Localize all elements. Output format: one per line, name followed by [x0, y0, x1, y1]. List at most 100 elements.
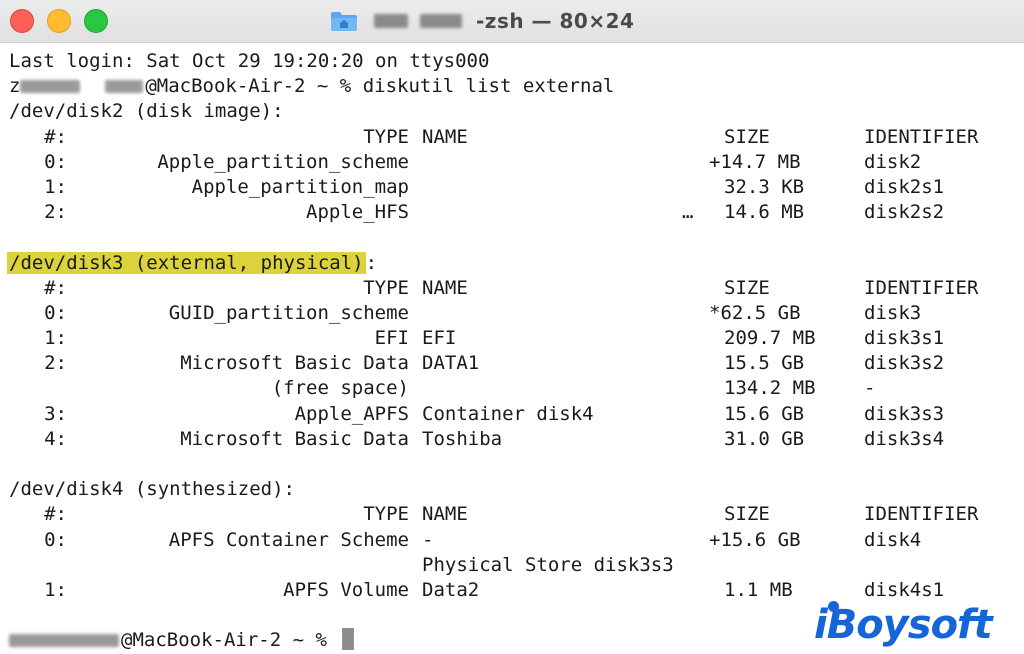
- disk-header-text: /dev/disk3 (external, physical):: [7, 251, 378, 276]
- header-name: NAME: [422, 125, 468, 148]
- partition-type: APFS Volume: [283, 578, 409, 601]
- partition-row: 0: APFS Container Scheme - +15.6 GB disk4: [9, 528, 1014, 553]
- partition-identifier: disk2: [864, 150, 922, 173]
- partition-identifier: disk2s1: [864, 175, 945, 198]
- minimize-button[interactable]: [47, 9, 71, 33]
- header-size: SIZE: [724, 276, 770, 299]
- partition-name: Data2: [422, 578, 480, 601]
- command-text: diskutil list external: [362, 75, 615, 98]
- partition-type: GUID_partition_scheme: [168, 301, 409, 324]
- partition-type: EFI: [374, 327, 409, 350]
- partition-type: Apple_partition_map: [191, 175, 409, 198]
- prompt-host: @MacBook-Air-2 ~ %: [145, 75, 363, 98]
- highlighted-disk-name: /dev/disk3 (external, physical): [7, 251, 366, 274]
- partition-size: 31.0 GB: [724, 427, 805, 450]
- header-name: NAME: [422, 276, 468, 299]
- disk-header-rest: :: [365, 251, 378, 274]
- terminal-window: -zsh — 80×24 Last login: Sat Oct 29 19:2…: [0, 0, 1024, 654]
- partition-row: Physical Store disk3s3: [9, 553, 1014, 578]
- partition-type: Microsoft Basic Data: [180, 427, 409, 450]
- partition-identifier: -: [864, 377, 876, 400]
- header-name: NAME: [422, 503, 468, 526]
- table-header-row: #: TYPE NAME SIZE IDENTIFIER: [9, 502, 1014, 527]
- partition-row: 1: Apple_partition_map 32.3 KB disk2s1: [9, 175, 1014, 200]
- partition-type: Apple_HFS: [306, 201, 409, 224]
- partition-row: 4: Microsoft Basic Data Toshiba 31.0 GB disk…: [9, 427, 1014, 452]
- partition-size: 15.6 GB: [724, 402, 805, 425]
- home-folder-icon: [331, 12, 357, 31]
- partition-name: -: [422, 528, 434, 551]
- watermark-logo: iBoysoft: [814, 602, 993, 648]
- partition-identifier: disk4: [864, 528, 922, 551]
- header-type: TYPE: [363, 503, 409, 526]
- title-bar[interactable]: -zsh — 80×24: [0, 0, 1024, 43]
- header-identifier: IDENTIFIER: [864, 503, 979, 526]
- header-type: TYPE: [363, 276, 409, 299]
- partition-type: Apple_APFS: [294, 402, 409, 425]
- redacted-username: [105, 80, 144, 94]
- disk-header-text: /dev/disk4 (synthesized):: [9, 478, 295, 501]
- partition-size: 209.7 MB: [724, 327, 816, 350]
- partition-type: Apple_partition_scheme: [157, 150, 409, 173]
- partition-size: *62.5 GB: [709, 301, 801, 324]
- disk-header-text: /dev/disk2 (disk image):: [9, 100, 284, 123]
- redacted-username: [20, 80, 81, 94]
- last-login-line: Last login: Sat Oct 29 19:20:20 on ttys0…: [9, 49, 1014, 74]
- partition-identifier: disk3s4: [864, 427, 945, 450]
- disk-header: /dev/disk2 (disk image):: [9, 99, 1014, 124]
- partition-identifier: disk4s1: [864, 578, 945, 601]
- partition-size: +15.6 GB: [709, 528, 801, 551]
- partition-row: 0: GUID_partition_scheme *62.5 GB disk3: [9, 301, 1014, 326]
- prompt: z @MacBook-Air-2 ~ % diskutil list exter…: [9, 75, 615, 98]
- table-header-row: #: TYPE NAME SIZE IDENTIFIER: [9, 125, 1014, 150]
- partition-name: Toshiba: [422, 427, 503, 450]
- disk-header: /dev/disk3 (external, physical):: [7, 251, 1014, 276]
- partition-row: 1: APFS Volume Data2 1.1 MB disk4s1: [9, 578, 1014, 603]
- redacted-username: [9, 634, 119, 648]
- partition-name: …: [682, 201, 694, 224]
- prompt-line: z @MacBook-Air-2 ~ % diskutil list exter…: [9, 74, 1014, 99]
- partition-identifier: disk3: [864, 301, 922, 324]
- partition-identifier: disk3s1: [864, 327, 945, 350]
- partition-row: 0: Apple_partition_scheme +14.7 MB disk2: [9, 150, 1014, 175]
- redacted-username: [420, 14, 462, 28]
- partition-identifier: disk2s2: [864, 201, 945, 224]
- partition-size: 15.5 GB: [724, 352, 805, 375]
- maximize-button[interactable]: [84, 9, 108, 33]
- partition-name: DATA1: [422, 352, 480, 375]
- header-type: TYPE: [363, 125, 409, 148]
- partition-row: 2: Microsoft Basic Data DATA1 15.5 GB disk3s…: [9, 351, 1014, 376]
- terminal-lines: Last login: Sat Oct 29 19:20:20 on ttys0…: [7, 49, 1014, 654]
- redacted-username: [374, 14, 408, 28]
- partition-row: 2: Apple_HFS… 14.6 MB disk2s2: [9, 200, 1014, 225]
- header-identifier: IDENTIFIER: [864, 276, 979, 299]
- header-size: SIZE: [724, 503, 770, 526]
- partition-identifier: disk3s2: [864, 352, 945, 375]
- window-title: -zsh — 80×24: [476, 9, 635, 33]
- terminal-output[interactable]: Last login: Sat Oct 29 19:20:20 on ttys0…: [7, 49, 1014, 654]
- partition-size: 1.1 MB: [724, 578, 793, 601]
- partition-row: 3: Apple_APFS Container disk4 15.6 GB disk3s…: [9, 402, 1014, 427]
- header-identifier: IDENTIFIER: [864, 125, 979, 148]
- prompt-host: @MacBook-Air-2 ~ %: [121, 629, 339, 652]
- prompt: @MacBook-Air-2 ~ %: [9, 628, 355, 653]
- partition-name: EFI: [422, 327, 457, 350]
- partition-size: 32.3 KB: [724, 175, 805, 198]
- close-button[interactable]: [10, 9, 34, 33]
- partition-size: 134.2 MB: [724, 377, 816, 400]
- partition-name: Container disk4: [422, 402, 594, 425]
- disk-header: /dev/disk4 (synthesized):: [9, 477, 1014, 502]
- last-login-text: Last login: Sat Oct 29 19:20:20 on ttys0…: [9, 50, 490, 72]
- partition-row: (free space) 134.2 MB -: [9, 376, 1014, 401]
- partition-type: Microsoft Basic Data: [180, 352, 409, 375]
- partition-type: (free space): [271, 377, 409, 400]
- partition-row: 1: EFI EFI 209.7 MB disk3s1: [9, 326, 1014, 351]
- partition-identifier: disk3s3: [864, 402, 945, 425]
- header-size: SIZE: [724, 125, 770, 148]
- partition-size: 14.6 MB: [724, 201, 805, 224]
- partition-size: +14.7 MB: [709, 150, 801, 173]
- partition-name: Physical Store disk3s3: [422, 553, 674, 576]
- text-cursor[interactable]: [342, 628, 355, 651]
- partition-type: APFS Container Scheme: [168, 528, 409, 551]
